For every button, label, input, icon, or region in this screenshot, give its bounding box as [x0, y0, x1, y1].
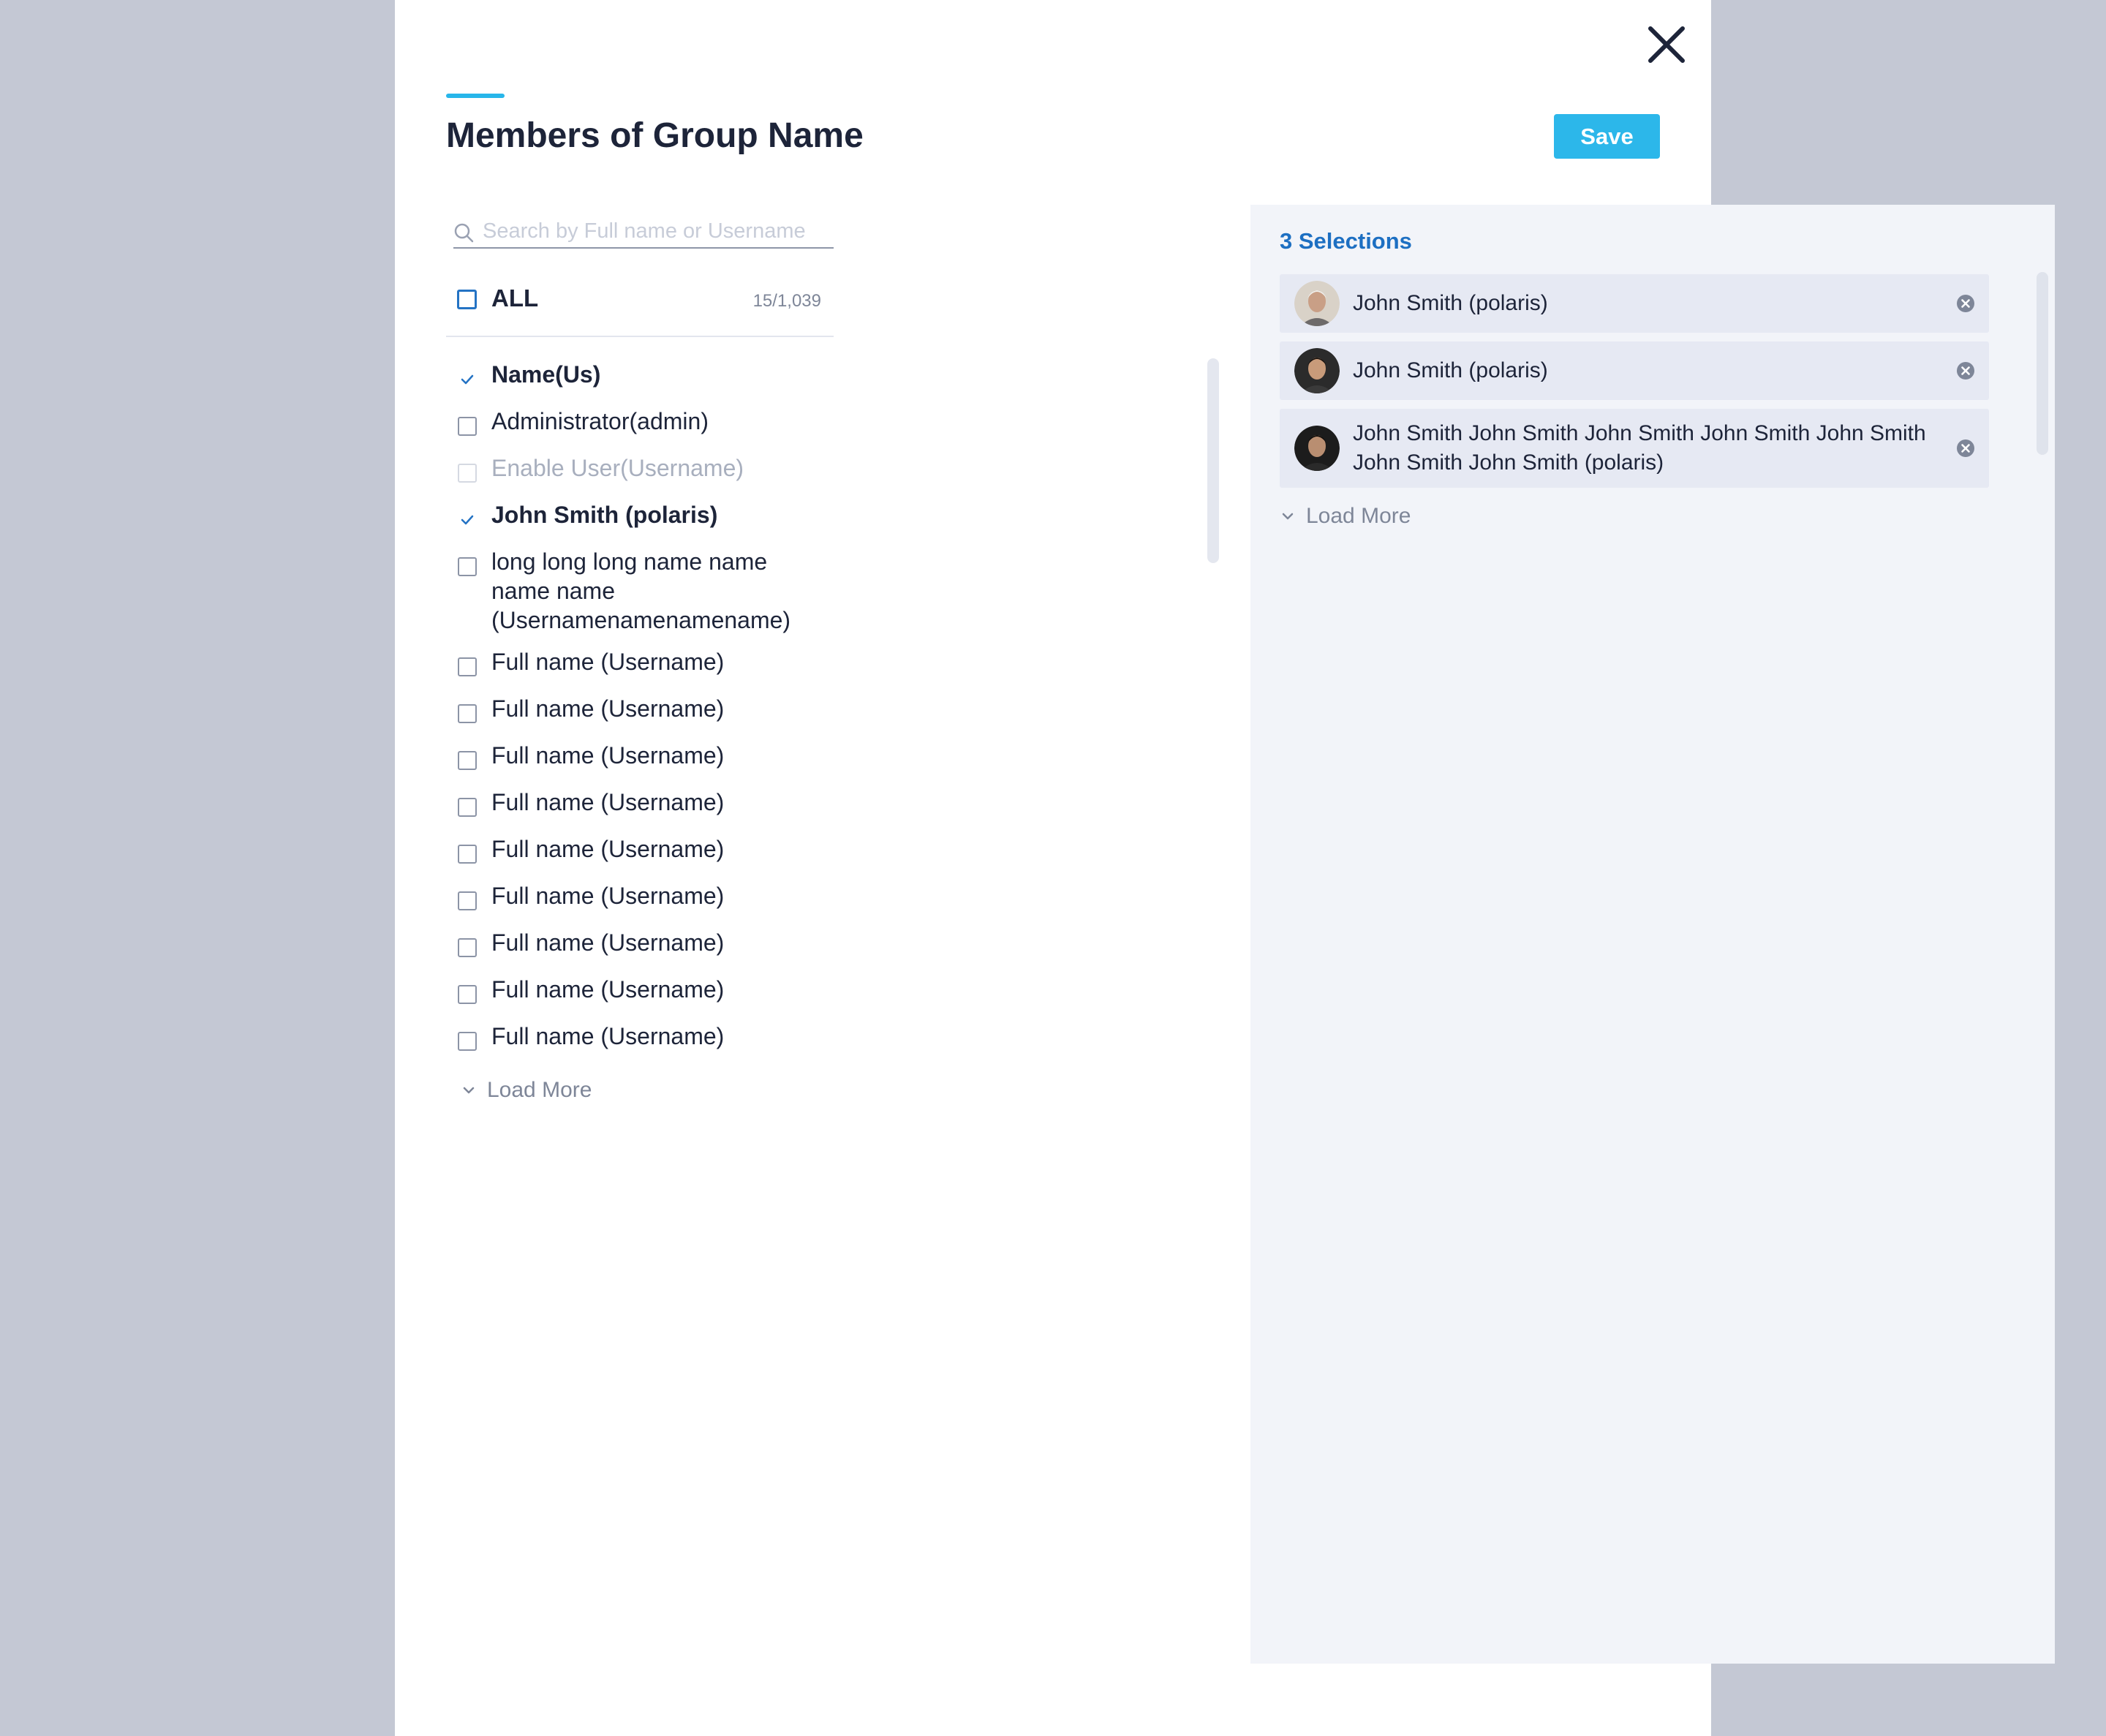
member-checkbox[interactable] — [458, 891, 477, 910]
select-all-label: ALL — [491, 284, 539, 312]
load-more-button[interactable]: Load More — [461, 1078, 592, 1103]
member-label: Administrator(admin) — [491, 408, 709, 434]
member-checkbox[interactable] — [458, 751, 477, 770]
remove-selection-icon[interactable] — [1955, 293, 1976, 314]
chevron-down-icon — [1282, 513, 1294, 520]
member-list: Name(Us) Administrator(admin) Enable User(… — [446, 355, 812, 1063]
member-checkbox[interactable] — [458, 938, 477, 957]
avatar — [1294, 348, 1340, 393]
avatar — [1294, 281, 1340, 326]
member-item[interactable]: Full name (Username) — [446, 782, 812, 829]
selections-scrollbar[interactable] — [2037, 272, 2048, 455]
member-item[interactable]: Full name (Username) — [446, 736, 812, 782]
member-checkbox[interactable] — [458, 985, 477, 1004]
member-checkbox[interactable] — [458, 657, 477, 676]
selections-list: John Smith (polaris) John Smith (polaris)… — [1280, 274, 1989, 497]
member-item[interactable]: Administrator(admin) — [446, 401, 812, 448]
selections-count: 3 Selections — [1280, 228, 1412, 254]
member-item[interactable]: Full name (Username) — [446, 923, 812, 970]
member-label: Full name (Username) — [491, 695, 725, 722]
search-input[interactable] — [483, 216, 826, 246]
member-label: John Smith (polaris) — [491, 502, 718, 528]
search-box — [453, 212, 834, 249]
selection-item: John Smith (polaris) — [1280, 274, 1989, 333]
member-label: Full name (Username) — [491, 929, 725, 956]
select-all-checkbox[interactable] — [457, 290, 477, 309]
member-item[interactable]: long long long name name name name (User… — [446, 542, 812, 642]
member-item[interactable]: Full name (Username) — [446, 970, 812, 1016]
chevron-down-icon — [463, 1087, 475, 1094]
member-label: Name(Us) — [491, 361, 601, 388]
selections-load-more-button[interactable]: Load More — [1280, 504, 1411, 529]
member-checkbox[interactable] — [458, 845, 477, 864]
member-checkbox[interactable] — [458, 557, 477, 576]
selection-item: John Smith (polaris) — [1280, 341, 1989, 400]
member-picker-panel: ALL 15/1,039 Name(Us) Administrator(admin… — [446, 205, 834, 1660]
member-label: Full name (Username) — [491, 1023, 725, 1049]
member-item[interactable]: Full name (Username) — [446, 689, 812, 736]
selection-name: John Smith John Smith John Smith John Sm… — [1353, 421, 1926, 475]
member-label: Full name (Username) — [491, 742, 725, 769]
member-label: Full name (Username) — [491, 789, 725, 815]
member-label: Full name (Username) — [491, 976, 725, 1003]
member-item[interactable]: Full name (Username) — [446, 829, 812, 876]
member-checkbox[interactable] — [458, 417, 477, 436]
member-label: Full name (Username) — [491, 883, 725, 909]
member-label: Full name (Username) — [491, 649, 725, 675]
selection-item: John Smith John Smith John Smith John Sm… — [1280, 409, 1989, 488]
member-item[interactable]: John Smith (polaris) — [446, 495, 812, 542]
checkmark-icon[interactable] — [458, 370, 477, 389]
load-more-label: Load More — [1306, 504, 1411, 528]
group-members-dialog: Members of Group Name Save ALL 15/1,039 … — [395, 0, 2055, 1736]
member-item: Enable User(Username) — [446, 448, 812, 495]
checkmark-icon[interactable] — [458, 510, 477, 529]
member-count: 15/1,039 — [752, 291, 821, 311]
member-item[interactable]: Full name (Username) — [446, 1016, 812, 1063]
select-all-row[interactable]: ALL 15/1,039 — [446, 278, 834, 322]
save-button[interactable]: Save — [1554, 114, 1660, 159]
selections-panel: 3 Selections John Smith (polaris) John Sm… — [1250, 205, 2055, 1664]
member-list-scrollbar[interactable] — [1207, 358, 1219, 563]
divider — [446, 336, 834, 337]
member-checkbox — [458, 464, 477, 483]
member-label: long long long name name name name (User… — [491, 548, 791, 633]
member-item[interactable]: Full name (Username) — [446, 876, 812, 923]
close-icon[interactable] — [1645, 23, 1688, 66]
remove-selection-icon[interactable] — [1955, 438, 1976, 458]
load-more-label: Load More — [487, 1078, 592, 1102]
remove-selection-icon[interactable] — [1955, 361, 1976, 381]
search-icon — [454, 223, 474, 243]
member-label: Full name (Username) — [491, 836, 725, 862]
member-item[interactable]: Name(Us) — [446, 355, 812, 401]
member-checkbox[interactable] — [458, 704, 477, 723]
member-checkbox[interactable] — [458, 798, 477, 817]
selection-name: John Smith (polaris) — [1353, 291, 1548, 315]
selection-name: John Smith (polaris) — [1353, 358, 1548, 382]
avatar — [1294, 426, 1340, 471]
member-label: Enable User(Username) — [491, 455, 744, 481]
title-accent-bar — [446, 94, 505, 98]
page-title: Members of Group Name — [446, 116, 864, 155]
member-checkbox[interactable] — [458, 1032, 477, 1051]
member-item[interactable]: Full name (Username) — [446, 642, 812, 689]
